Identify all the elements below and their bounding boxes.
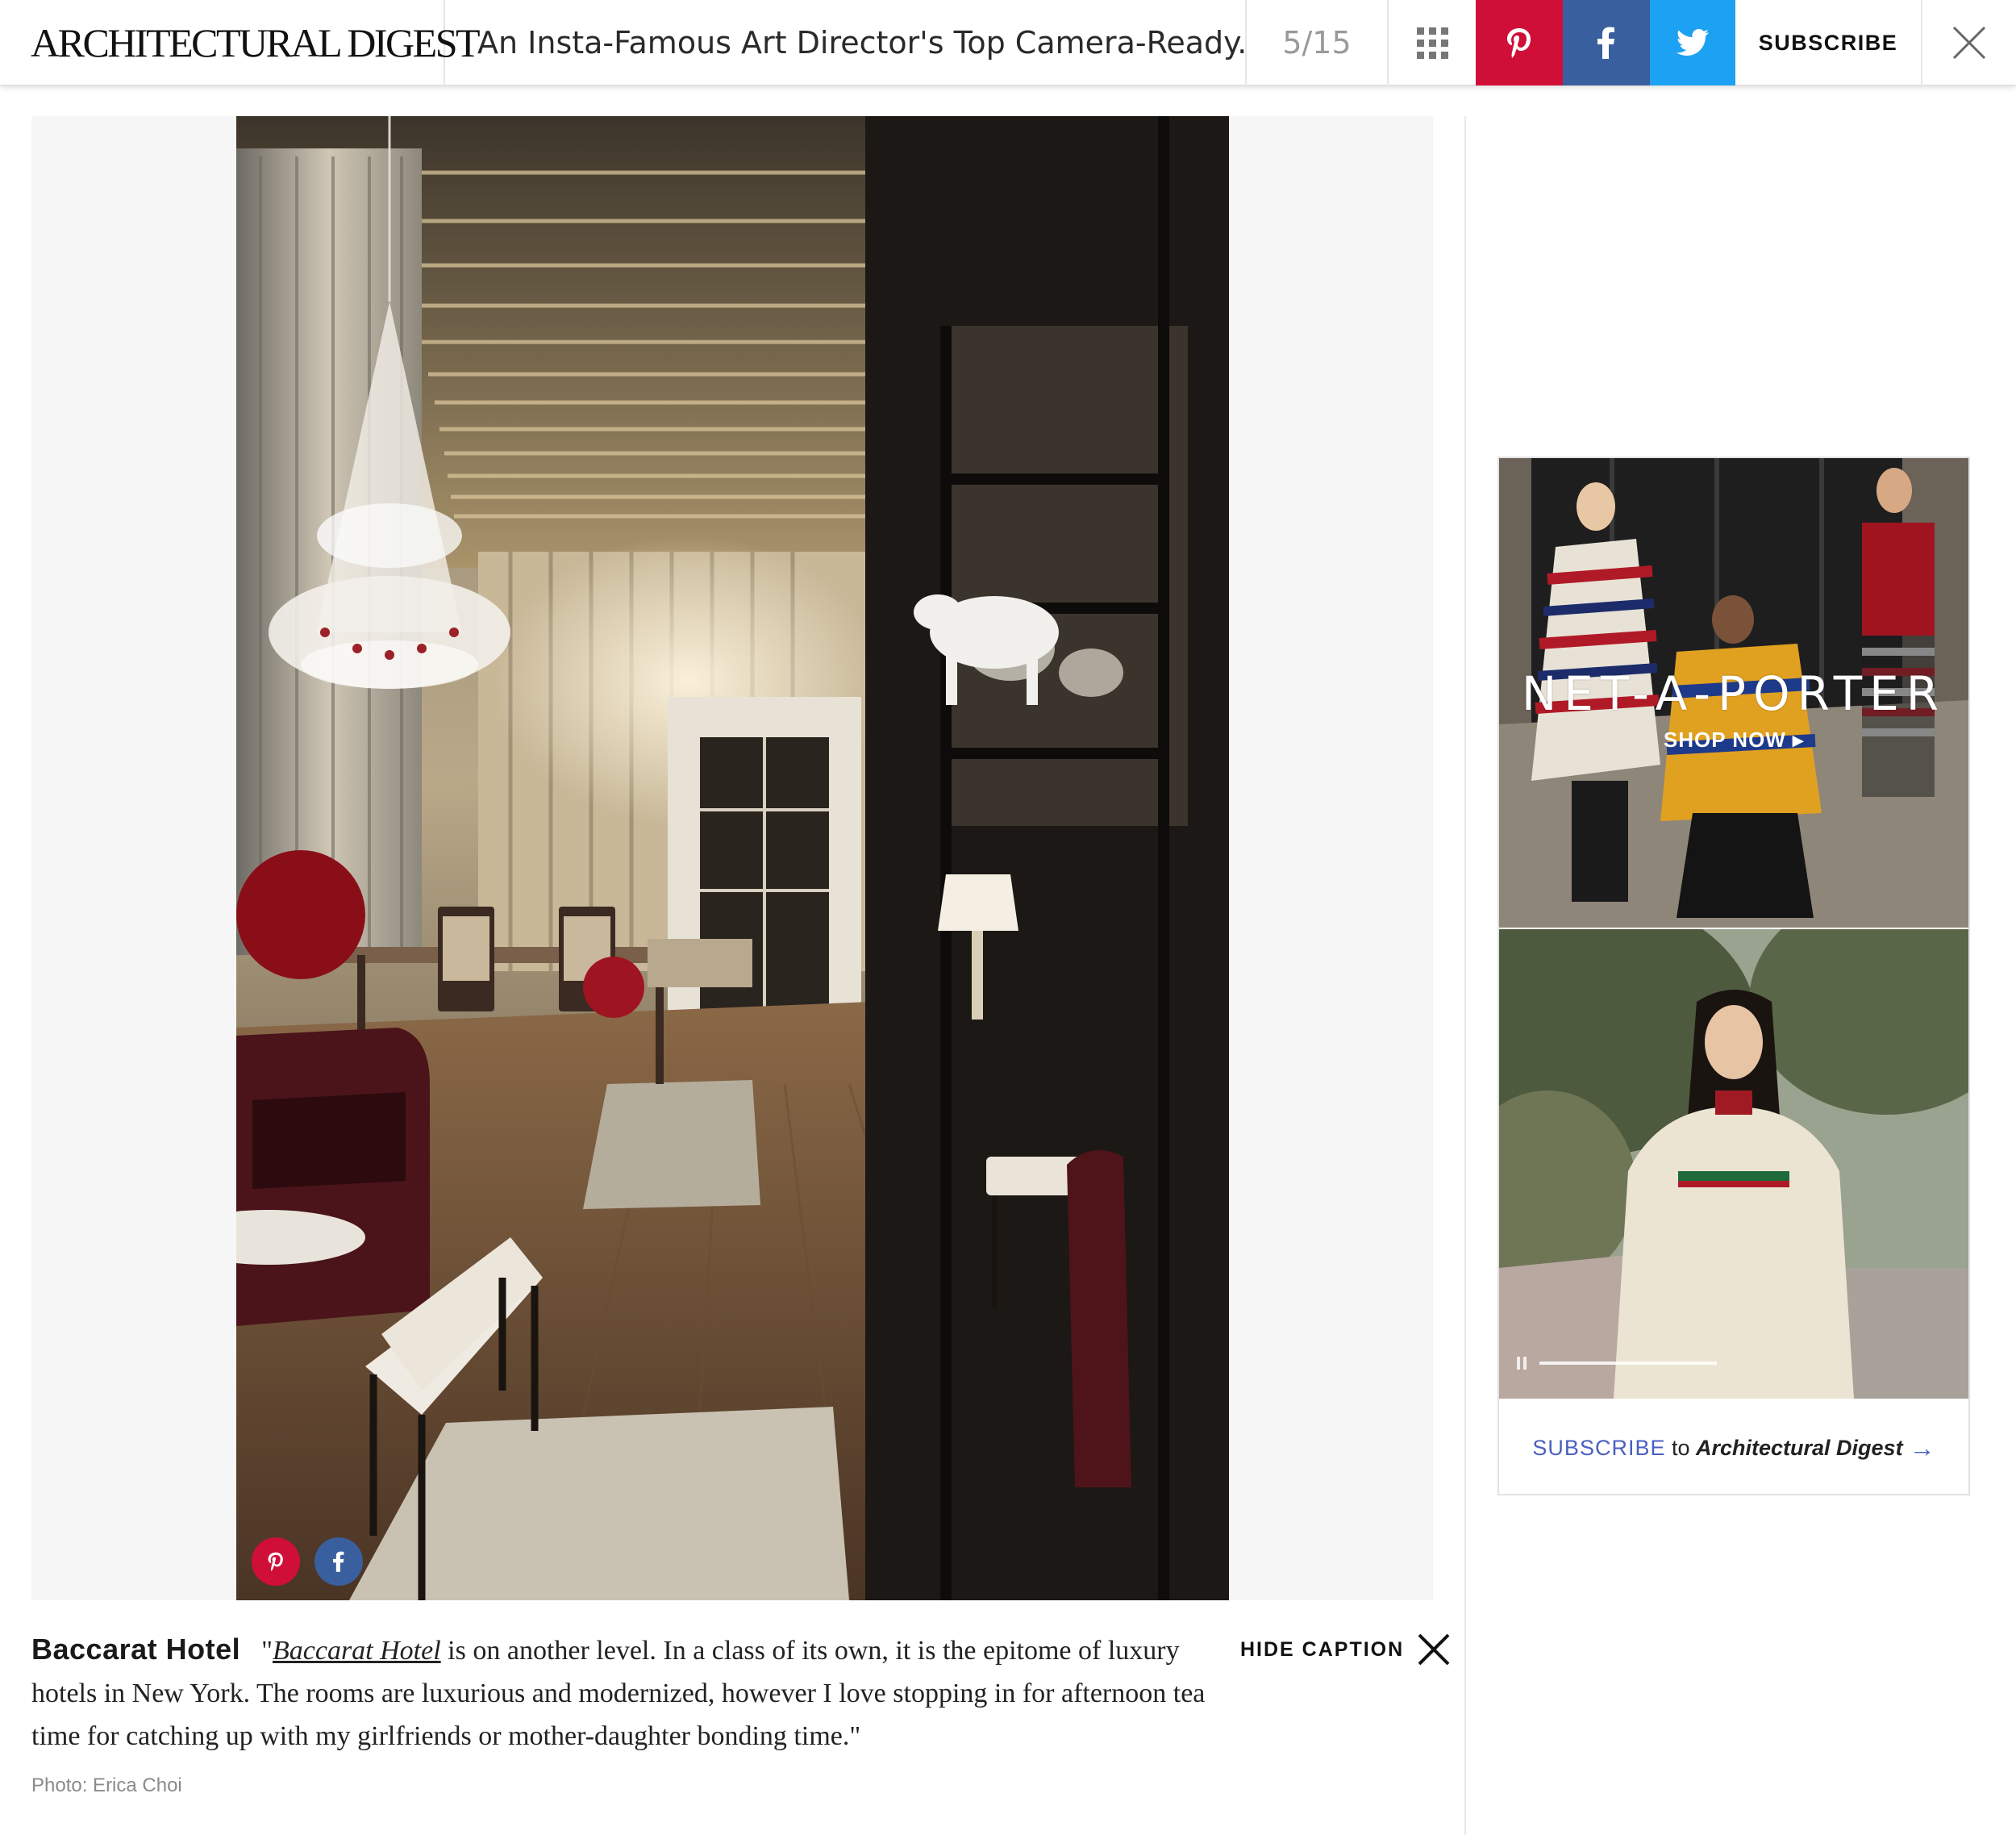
caption-hotel-link[interactable]: Baccarat Hotel [273,1636,441,1666]
close-icon [1418,1633,1450,1666]
ad-video[interactable] [1499,929,1968,1399]
ad-brand-name: NET-A-PORTER [1521,666,1947,721]
photo-share-buttons [252,1537,363,1586]
close-icon [1952,26,1986,60]
rail-divider [1464,116,1466,1835]
slide-photo [236,116,1229,1600]
pause-icon[interactable] [1517,1357,1527,1370]
pinterest-share-button[interactable] [1476,0,1563,85]
facebook-share-button[interactable] [1563,0,1650,85]
ad-shop-now-link[interactable]: SHOP NOW ▸ [1499,728,1968,753]
subscribe-promo-to: to [1665,1435,1696,1460]
pinterest-icon [268,1552,283,1571]
arrow-right-icon: → [1909,1433,1935,1462]
twitter-share-button[interactable] [1650,0,1735,85]
facebook-icon [333,1551,344,1572]
top-bar: ARCHITECTURAL DIGEST An Insta-Famous Art… [0,0,2016,85]
video-progress-bar[interactable] [1539,1362,1717,1365]
close-gallery-button[interactable] [1922,0,2016,85]
subscribe-promo-brand: Architectural Digest [1696,1435,1903,1460]
pinterest-icon [1507,28,1531,58]
article-title: An Insta-Famous Art Director's Top Camer… [445,0,1247,85]
photo-pinterest-button[interactable] [252,1537,300,1586]
hide-caption-label: HIDE CAPTION [1240,1637,1405,1661]
hide-caption-button[interactable]: HIDE CAPTION [1240,1629,1451,1670]
ad-fashion-image[interactable]: NET-A-PORTER SHOP NOW ▸ [1499,458,1968,928]
photo-facebook-button[interactable] [314,1537,363,1586]
subscribe-button[interactable]: SUBSCRIBE [1735,0,1922,85]
subscribe-promo-word: SUBSCRIBE [1532,1435,1666,1460]
slide-stage [31,116,1433,1600]
twitter-icon [1677,29,1709,56]
slide-counter: 5/15 [1247,0,1389,85]
photo-credit: Photo: Erica Choi [31,1775,182,1796]
site-logo[interactable]: ARCHITECTURAL DIGEST [0,0,481,85]
advertisement[interactable]: NET-A-PORTER SHOP NOW ▸ SUBSCRIBE to Arc… [1497,457,1970,1495]
grid-icon [1416,27,1448,59]
facebook-icon [1597,27,1614,59]
caption-open-quote: " [261,1636,273,1666]
subscribe-promo-link[interactable]: SUBSCRIBE to Architectural Digest → [1499,1402,1968,1494]
slide-caption: Baccarat Hotel "Baccarat Hotel is on anot… [31,1628,1209,1758]
ad-video-controls [1517,1355,1952,1371]
gallery-grid-button[interactable] [1389,0,1476,85]
caption-title: Baccarat Hotel [31,1633,241,1666]
